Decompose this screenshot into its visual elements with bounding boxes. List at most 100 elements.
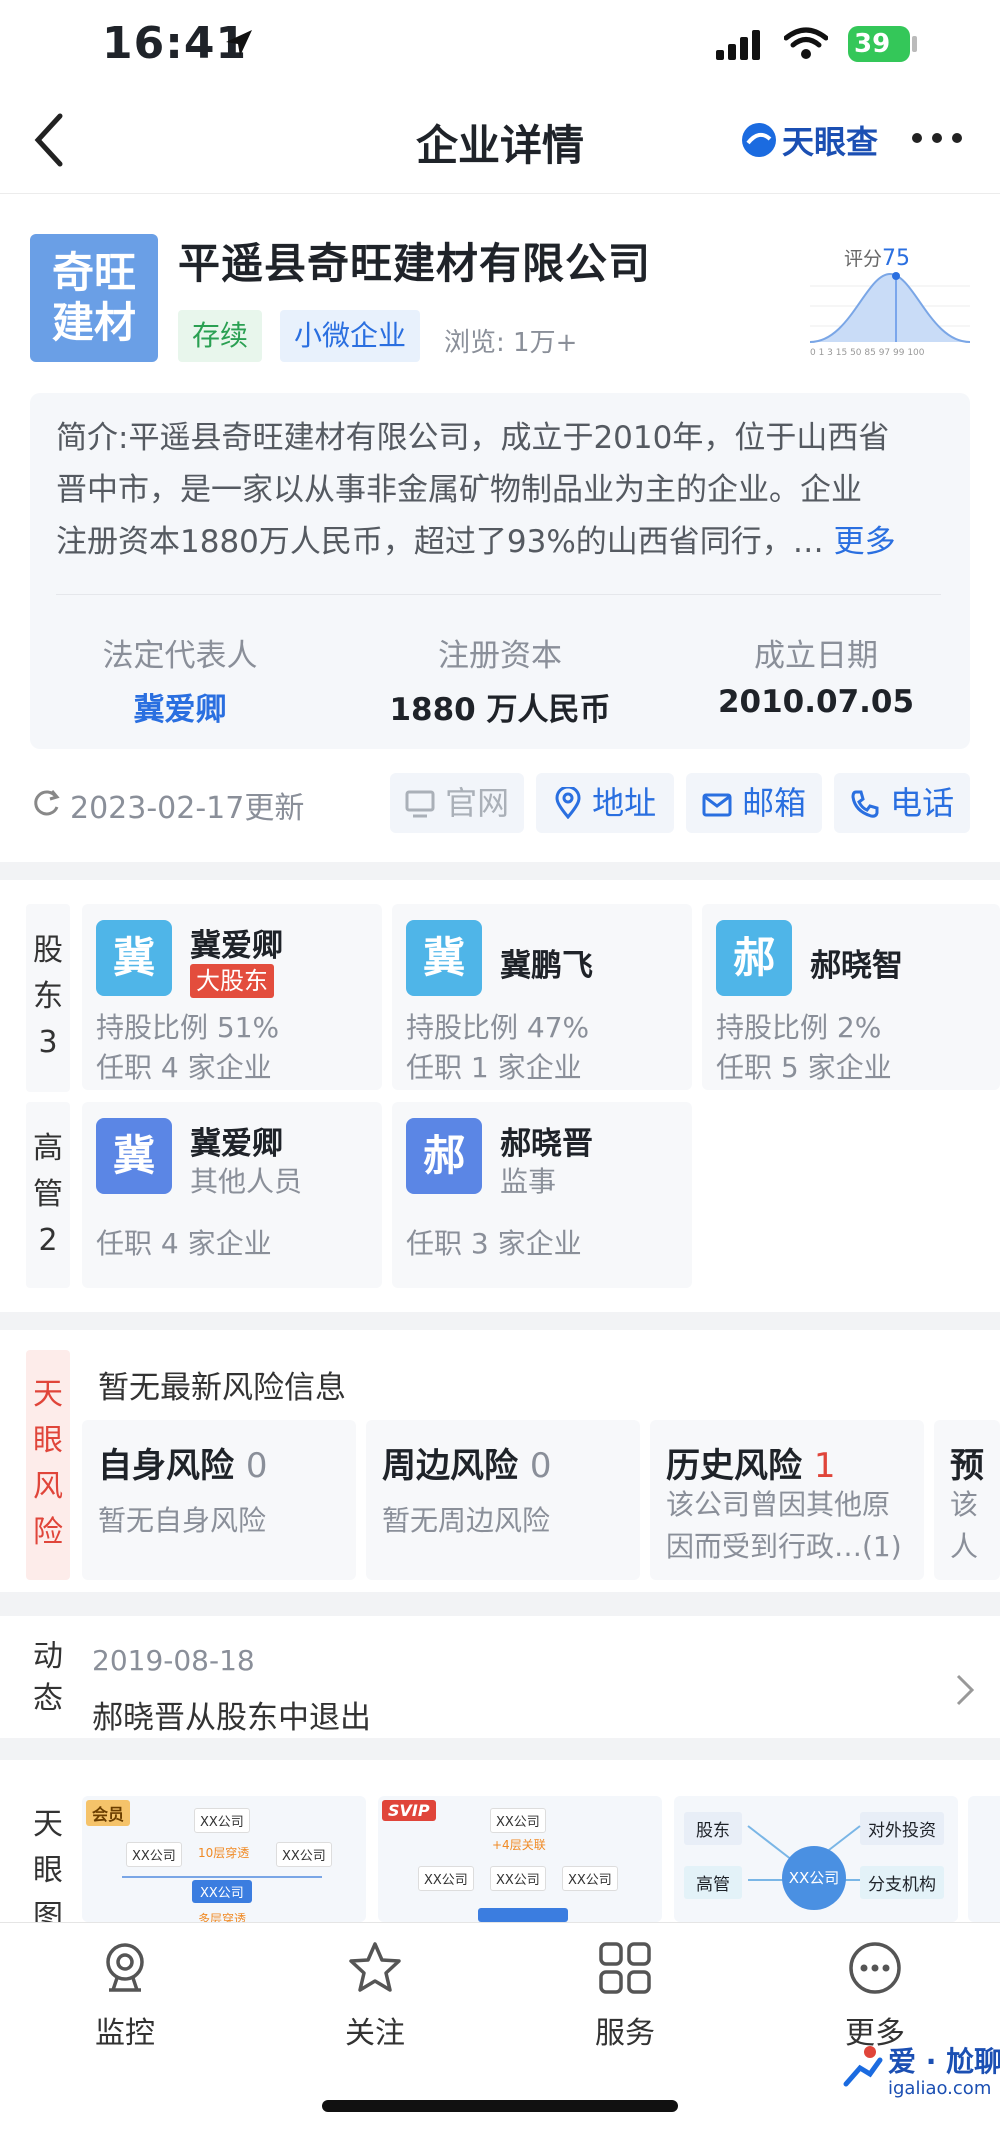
date-label: 成立日期 <box>754 638 878 674</box>
battery-icon: 39 <box>848 26 910 62</box>
svip-badge: SVIP <box>382 1800 436 1821</box>
history-risk-card[interactable]: 历史风险 1 该公司曾因其他原 因而受到行政…(1) <box>650 1420 924 1580</box>
risk-desc-2: 人 <box>950 1530 979 1563</box>
executives-label-3: 2 <box>38 1223 58 1258</box>
intro-line-1: 简介:平遥县奇旺建材有限公司，成立于2010年，位于山西省 <box>56 420 890 456</box>
intro-text: 简介:平遥县奇旺建材有限公司，成立于2010年，位于山西省 晋中市，是一家以从事… <box>56 412 941 568</box>
website-button[interactable]: 官网 <box>390 773 524 833</box>
risk-title: 周边风险 0 <box>382 1438 551 1487</box>
news-label-2: 态 <box>33 1681 63 1716</box>
graph-node: 股东 <box>684 1812 742 1845</box>
tab-more[interactable]: 更多 <box>800 1940 950 2052</box>
svip-graph-card[interactable]: SVIP XX公司 +4层关联 XX公司 XX公司 XX公司 <box>378 1796 662 1922</box>
graph-node: XX公司 <box>126 1842 182 1867</box>
graph-node: 高管 <box>684 1866 742 1899</box>
more-options-icon[interactable] <box>912 126 962 150</box>
graph-label-1: 天 <box>33 1807 63 1842</box>
risk-count: 0 <box>529 1446 552 1486</box>
risk-title: 自身风险 0 <box>98 1438 267 1487</box>
tab-label: 关注 <box>345 2016 405 2051</box>
status-tag: 存续 <box>178 310 263 362</box>
legal-rep-label: 法定代表人 <box>102 638 258 674</box>
website-label: 官网 <box>445 784 510 822</box>
shareholder-card[interactable]: 郝 郝晓智 持股比例 2% 任职 5 家企业 <box>702 904 1000 1090</box>
tab-monitor[interactable]: 监控 <box>50 1940 200 2052</box>
graph-node: XX公司 <box>194 1808 250 1833</box>
member-badge: 会员 <box>86 1800 131 1826</box>
graph-node: XX公司 <box>490 1866 546 1891</box>
grid-apps-icon <box>599 1942 651 1994</box>
warning-risk-card[interactable]: 预 该 人 <box>934 1420 1000 1580</box>
phone-button[interactable]: 电话 <box>834 773 970 833</box>
news-label: 动 态 <box>26 1636 70 1722</box>
shareholders-label-2: 东 <box>33 979 63 1014</box>
legal-rep-value[interactable]: 冀爱卿 <box>30 684 330 729</box>
graph-center-node: XX公司 <box>192 1880 252 1903</box>
tab-service[interactable]: 服务 <box>550 1940 700 2052</box>
watermark-url: igaliao.com <box>888 2078 992 2099</box>
graph-center-node: XX公司 <box>782 1846 846 1910</box>
score-value: 75 <box>882 246 911 271</box>
avatar: 郝 <box>406 1118 482 1194</box>
chevron-right-icon[interactable] <box>954 1672 976 1708</box>
positions-count: 任职 5 家企业 <box>716 1051 892 1084</box>
executive-role: 监事 <box>500 1165 557 1198</box>
risk-header: 暂无最新风险信息 <box>98 1370 346 1406</box>
company-logo: 奇旺 建材 <box>30 234 158 362</box>
star-icon <box>349 1942 401 1992</box>
surrounding-risk-card[interactable]: 周边风险 0 暂无周边风险 <box>366 1420 640 1580</box>
executives-label[interactable]: 高 管 2 <box>26 1102 70 1288</box>
graph-label: 天 眼 图 <box>26 1790 70 1934</box>
risk-title-text: 周边风险 <box>382 1446 518 1486</box>
news-label-1: 动 <box>33 1639 63 1674</box>
score-chart[interactable]: 评分75 0 1 3 15 50 85 97 99 100 <box>810 244 970 364</box>
graph-node: XX公司 <box>490 1808 546 1833</box>
risk-label-3: 风 <box>33 1469 63 1504</box>
shareholder-card[interactable]: 冀 冀爱卿 大股东 持股比例 51% 任职 4 家企业 <box>82 904 382 1090</box>
executives-label-2: 管 <box>33 1177 63 1212</box>
share-ratio: 持股比例 2% <box>716 1011 882 1044</box>
company-name: 平遥县奇旺建材有限公司 <box>178 239 652 288</box>
graph-note: 10层穿透 <box>198 1846 250 1860</box>
intro-divider <box>56 594 941 595</box>
update-date: 2023-02-17更新 <box>70 791 305 826</box>
graph-node: XX公司 <box>276 1842 332 1867</box>
shareholder-card[interactable]: 冀 冀鹏飞 持股比例 47% 任职 1 家企业 <box>392 904 692 1090</box>
risk-label-4: 险 <box>33 1515 63 1550</box>
major-shareholder-badge: 大股东 <box>190 964 274 998</box>
graph-card-partial[interactable] <box>968 1796 1000 1922</box>
shareholder-name: 冀爱卿 <box>190 928 283 964</box>
graph-note: +4层关联 <box>492 1838 546 1852</box>
scale-tag: 小微企业 <box>280 310 421 362</box>
capital-value: 1880 万人民币 <box>389 692 611 728</box>
graph-label-2: 眼 <box>33 1853 63 1888</box>
location-pin-icon <box>555 785 581 820</box>
email-button[interactable]: 邮箱 <box>686 773 822 833</box>
shareholders-label[interactable]: 股 东 3 <box>26 904 70 1092</box>
risk-label[interactable]: 天 眼 风 险 <box>26 1350 70 1580</box>
phone-icon <box>851 790 879 818</box>
brand-name: 天眼查 <box>782 123 879 161</box>
risk-desc-2: 因而受到行政…(1) <box>666 1530 902 1563</box>
risk-title: 预 <box>950 1446 984 1486</box>
address-button[interactable]: 地址 <box>536 773 674 833</box>
camera-monitor-icon <box>106 1943 144 1992</box>
member-graph-card[interactable]: 会员 XX公司 XX公司 XX公司 10层穿透 XX公司 多层穿透 <box>82 1796 366 1922</box>
risk-count: 1 <box>813 1446 836 1486</box>
relation-graph-card[interactable]: 股东 对外投资 高管 分支机构 XX公司 <box>674 1796 958 1922</box>
tab-follow[interactable]: 关注 <box>300 1940 450 2052</box>
graph-node: XX公司 <box>418 1866 474 1891</box>
avatar: 郝 <box>716 920 792 996</box>
executive-card[interactable]: 冀 冀爱卿 其他人员 任职 4 家企业 <box>82 1102 382 1288</box>
executive-role: 其他人员 <box>190 1165 303 1198</box>
wifi-icon <box>784 27 828 59</box>
cellular-signal-icon <box>716 30 760 60</box>
intro-more-link[interactable]: 更多 <box>834 524 896 560</box>
executive-card[interactable]: 郝 郝晓晋 监事 任职 3 家企业 <box>392 1102 692 1288</box>
watermark-brand: 爱 · 尬聊 <box>888 2045 1000 2078</box>
intro-line-3-row: 注册资本1880万人民币，超过了93%的山西省同行，… 更多 <box>56 516 941 568</box>
refresh-icon[interactable] <box>30 787 62 819</box>
news-text: 郝晓晋从股东中退出 <box>92 1700 371 1736</box>
self-risk-card[interactable]: 自身风险 0 暂无自身风险 <box>82 1420 356 1580</box>
graph-center-node <box>478 1908 568 1922</box>
